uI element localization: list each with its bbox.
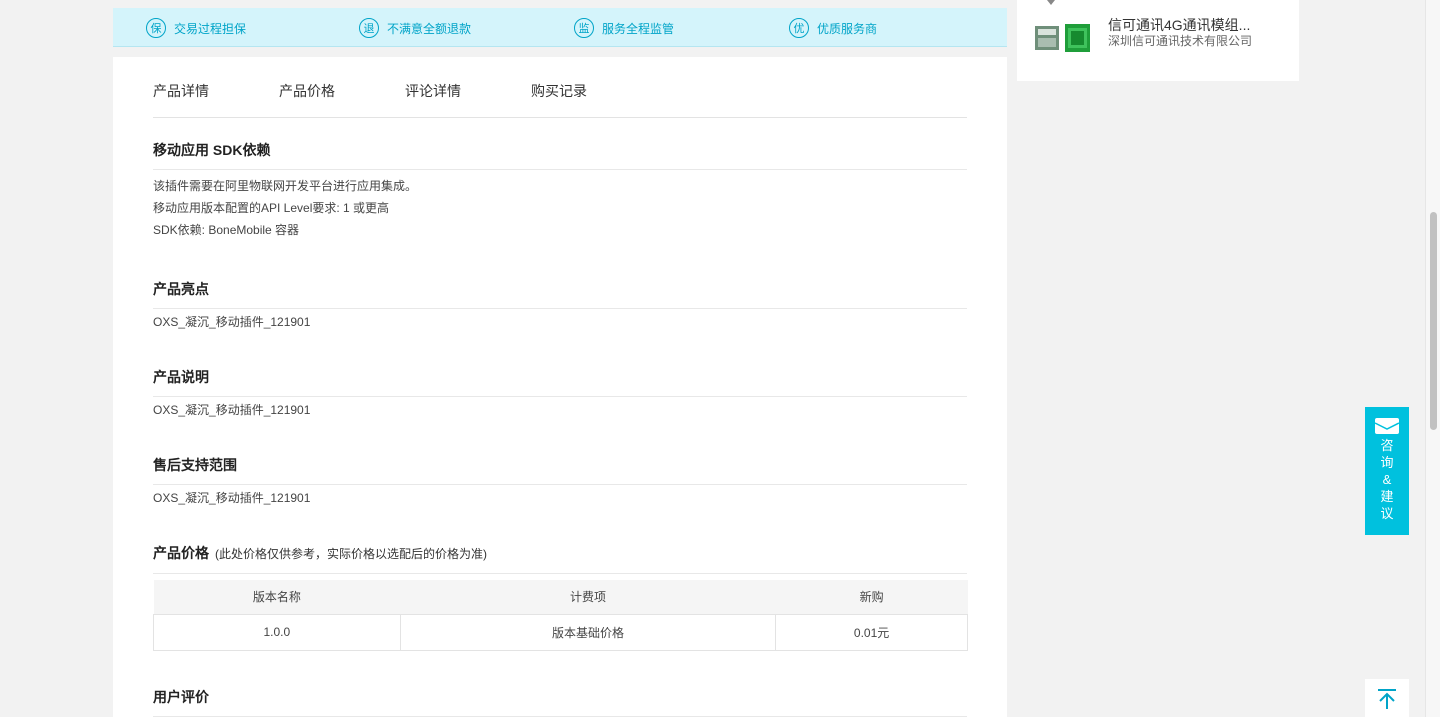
column-header: 版本名称 xyxy=(153,580,401,614)
detail-tabs: 产品详情 产品价格 评论详情 购买记录 xyxy=(153,57,967,118)
tab-purchase-records[interactable]: 购买记录 xyxy=(531,81,587,101)
guarantee-label: 优质服务商 xyxy=(817,21,878,36)
reviews-title: 用户评价 xyxy=(153,687,967,717)
product-detail-panel: 产品详情 产品价格 评论详情 购买记录 移动应用 SDK依赖 该插件需要在阿里物… xyxy=(113,57,1007,717)
after-sales-title: 售后支持范围 xyxy=(153,455,967,485)
highlights-text: OXS_凝沉_移动插件_121901 xyxy=(153,315,311,329)
guarantee-item: 监 服务全程监管 xyxy=(574,17,674,39)
arrow-up-icon xyxy=(1378,689,1396,709)
table-row: 1.0.0 版本基础价格 0.01元 xyxy=(153,613,968,651)
guarantee-icon: 保 xyxy=(146,18,166,38)
sdk-section-body: 该插件需要在阿里物联网开发平台进行应用集成。 移动应用版本配置的API Leve… xyxy=(153,175,417,241)
guarantee-label: 服务全程监管 xyxy=(602,21,675,36)
guarantee-bar: 保 交易过程担保 退 不满意全额退款 监 服务全程监管 优 优质服务商 xyxy=(113,8,1007,47)
highlights-title: 产品亮点 xyxy=(153,279,967,309)
sdk-line: 移动应用版本配置的API Level要求: 1 或更高 xyxy=(153,201,390,215)
price-note: (此处价格仅供参考，实际价格以选配后的价格为准) xyxy=(215,547,487,561)
product-thumb-fragment-icon xyxy=(1047,0,1055,5)
version-name-cell: 1.0.0 xyxy=(153,613,401,651)
new-purchase-price-cell: 0.01元 xyxy=(775,613,968,651)
consult-label: 咨询&建议 xyxy=(1380,438,1394,521)
quality-icon: 优 xyxy=(789,18,809,38)
supervise-icon: 监 xyxy=(574,18,594,38)
after-sales-text: OXS_凝沉_移动插件_121901 xyxy=(153,491,311,505)
recommended-product-card[interactable]: 信可通讯4G通讯模组... 深圳信可通讯技术有限公司 xyxy=(1017,0,1299,81)
table-header-row: 版本名称 计费项 新购 xyxy=(153,580,968,614)
tab-product-price[interactable]: 产品价格 xyxy=(279,81,335,101)
column-header: 计费项 xyxy=(400,580,776,614)
guarantee-item: 保 交易过程担保 xyxy=(146,17,246,39)
description-title: 产品说明 xyxy=(153,367,967,397)
tab-product-detail[interactable]: 产品详情 xyxy=(153,81,209,101)
back-to-top-button[interactable] xyxy=(1365,679,1409,717)
refund-icon: 退 xyxy=(359,18,379,38)
guarantee-label: 交易过程担保 xyxy=(174,21,247,36)
guarantee-item: 退 不满意全额退款 xyxy=(359,17,471,39)
page-scrollbar[interactable] xyxy=(1425,0,1440,717)
billing-item-cell: 版本基础价格 xyxy=(399,613,777,651)
message-icon xyxy=(1374,418,1400,434)
sdk-section-title: 移动应用 SDK依赖 xyxy=(153,140,967,170)
sdk-line: SDK依赖: BoneMobile 容器 xyxy=(153,223,300,237)
product-company: 深圳信可通讯技术有限公司 xyxy=(1108,34,1253,48)
consult-suggest-button[interactable]: 咨询&建议 xyxy=(1365,407,1409,535)
guarantee-label: 不满意全额退款 xyxy=(387,21,472,36)
price-table: 版本名称 计费项 新购 1.0.0 版本基础价格 0.01元 xyxy=(153,580,968,651)
scrollbar-thumb[interactable] xyxy=(1430,212,1437,430)
product-thumbnail-icon xyxy=(1035,24,1090,52)
tab-review-detail[interactable]: 评论详情 xyxy=(405,81,461,101)
description-text: OXS_凝沉_移动插件_121901 xyxy=(153,403,311,417)
sdk-line: 该插件需要在阿里物联网开发平台进行应用集成。 xyxy=(153,179,418,193)
price-title: 产品价格 xyxy=(153,545,209,561)
price-section-title: 产品价格 (此处价格仅供参考，实际价格以选配后的价格为准) xyxy=(153,543,967,574)
guarantee-item: 优 优质服务商 xyxy=(789,17,877,39)
column-header: 新购 xyxy=(775,580,968,614)
